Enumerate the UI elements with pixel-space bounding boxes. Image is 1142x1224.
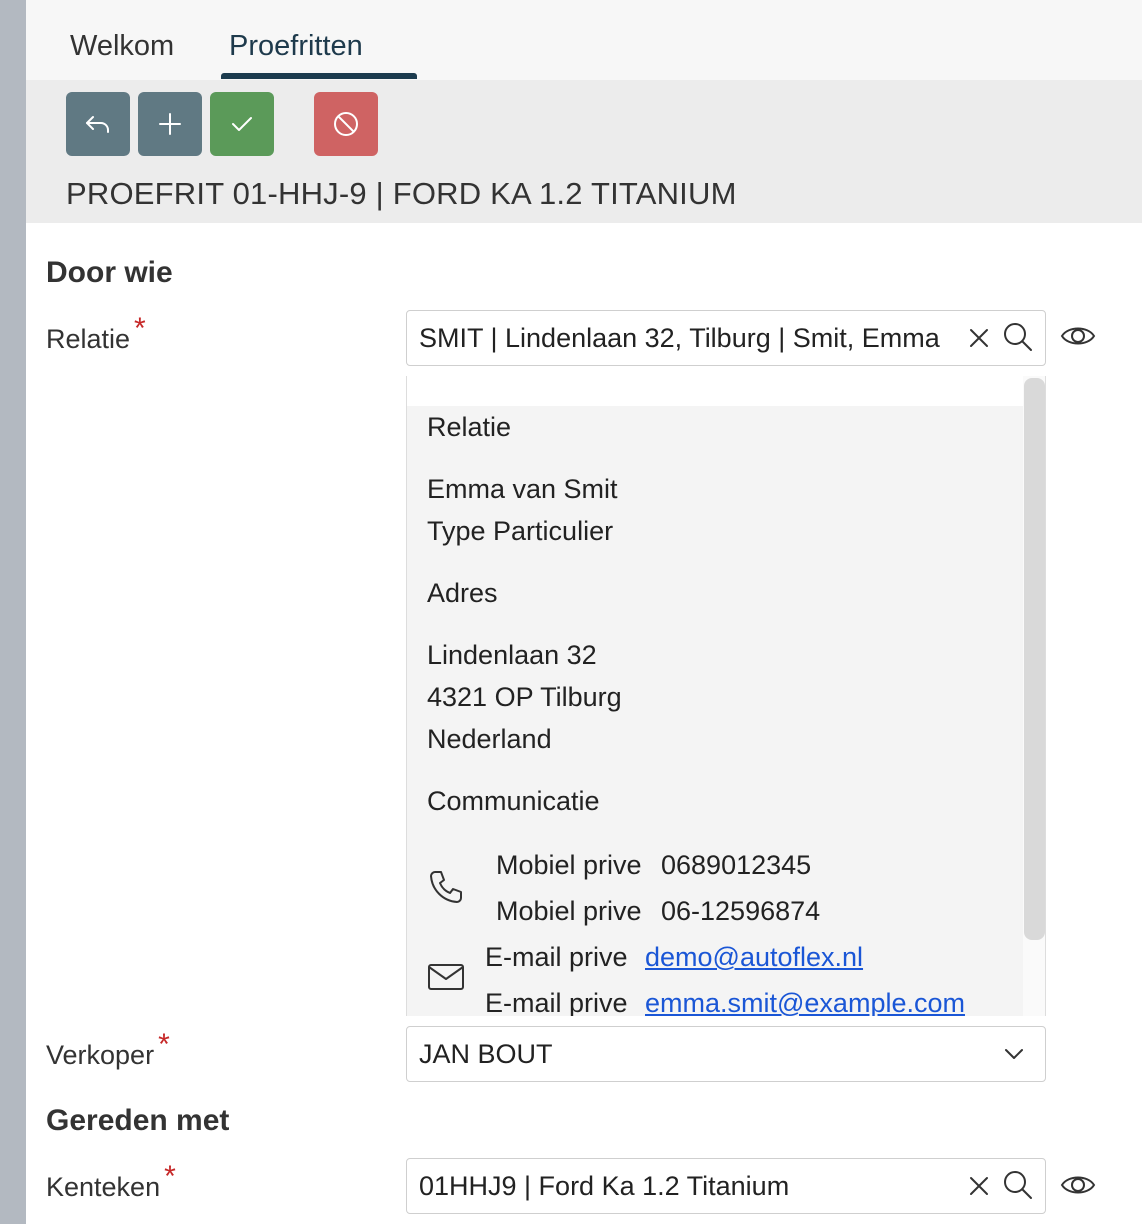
popup-relation-name: Emma van Smit xyxy=(427,474,618,504)
mail-icon xyxy=(427,962,465,992)
add-button[interactable] xyxy=(138,92,202,156)
email-2-label: E-mail prive xyxy=(485,988,628,1016)
search-icon[interactable] xyxy=(1002,321,1034,353)
phone-icon xyxy=(427,868,465,906)
undo-arrow-icon xyxy=(86,116,109,133)
email-1-link[interactable]: demo@autoflex.nl xyxy=(645,942,863,973)
phone-1-label: Mobiel prive xyxy=(496,850,642,880)
verkoper-label: Verkoper * xyxy=(46,1028,170,1072)
tab-welkom[interactable]: Welkom xyxy=(70,30,174,63)
phone-2-value: 06-12596874 xyxy=(661,896,821,926)
verkoper-value: JAN BOUT xyxy=(419,1038,553,1069)
active-tab-indicator xyxy=(221,73,417,79)
relatie-label-text: Relatie xyxy=(46,324,131,354)
back-button[interactable] xyxy=(66,92,130,156)
popup-heading-relatie: Relatie xyxy=(427,412,512,442)
eye-icon[interactable] xyxy=(1060,1167,1096,1203)
popup-postal-city: 4321 OP Tilburg xyxy=(427,682,622,712)
relatie-input[interactable]: SMIT | Lindenlaan 32, Tilburg | Smit, Em… xyxy=(406,310,1046,366)
popup-street: Lindenlaan 32 xyxy=(427,640,597,670)
chevron-down-icon[interactable] xyxy=(1002,1042,1026,1066)
relatie-preview-popup: Relatie Emma van Smit Type Particulier A… xyxy=(406,376,1046,1016)
relatie-label: Relatie * xyxy=(46,312,146,356)
toolbar: PROEFRIT 01-HHJ-9 | FORD KA 1.2 TITANIUM xyxy=(26,80,1142,223)
clear-icon[interactable] xyxy=(966,325,992,351)
clear-icon[interactable] xyxy=(966,1173,992,1199)
email-2-link[interactable]: emma.smit@example.com xyxy=(645,988,965,1016)
tab-bar: Welkom Proefritten xyxy=(26,0,1142,80)
verkoper-label-text: Verkoper xyxy=(46,1040,155,1070)
section-title-gereden-met: Gereden met xyxy=(46,1104,230,1137)
relatie-preview-content: Relatie Emma van Smit Type Particulier A… xyxy=(407,406,1023,1016)
required-marker: * xyxy=(158,1028,170,1061)
email-1-label: E-mail prive xyxy=(485,942,628,972)
kenteken-label: Kenteken * xyxy=(46,1160,176,1204)
popup-relation-type: Type Particulier xyxy=(427,516,614,546)
tab-proefritten[interactable]: Proefritten xyxy=(229,30,363,63)
required-marker: * xyxy=(134,312,146,345)
popup-country: Nederland xyxy=(427,724,552,754)
relatie-value: SMIT | Lindenlaan 32, Tilburg | Smit, Em… xyxy=(419,322,940,353)
search-icon[interactable] xyxy=(1002,1169,1034,1201)
section-title-door-wie: Door wie xyxy=(46,256,173,289)
verkoper-select[interactable]: JAN BOUT xyxy=(406,1026,1046,1082)
prohibited-icon xyxy=(334,112,358,136)
popup-heading-adres: Adres xyxy=(427,578,498,608)
popup-heading-communicatie: Communicatie xyxy=(427,786,600,816)
plus-icon xyxy=(159,113,181,135)
phone-2-label: Mobiel prive xyxy=(496,896,642,926)
left-sidebar-rail xyxy=(0,0,26,1224)
kenteken-input[interactable]: 01HHJ9 | Ford Ka 1.2 Titanium xyxy=(406,1158,1046,1214)
popup-scrollbar-thumb[interactable] xyxy=(1024,378,1045,940)
kenteken-value: 01HHJ9 | Ford Ka 1.2 Titanium xyxy=(419,1170,790,1201)
cancel-button[interactable] xyxy=(314,92,378,156)
eye-icon[interactable] xyxy=(1060,318,1096,354)
required-marker: * xyxy=(164,1160,176,1193)
kenteken-label-text: Kenteken xyxy=(46,1172,161,1202)
page-title: PROEFRIT 01-HHJ-9 | FORD KA 1.2 TITANIUM xyxy=(66,176,737,211)
check-icon xyxy=(232,117,252,131)
phone-1-value: 0689012345 xyxy=(661,850,812,880)
save-button[interactable] xyxy=(210,92,274,156)
